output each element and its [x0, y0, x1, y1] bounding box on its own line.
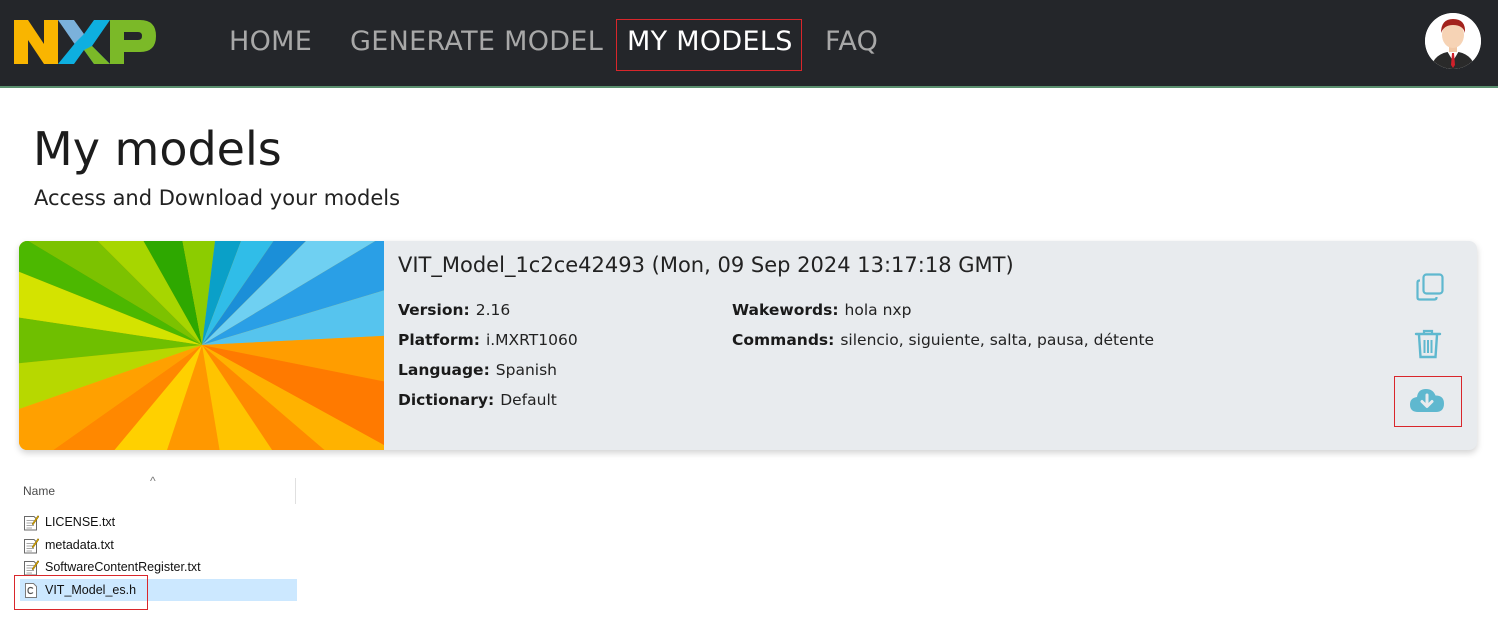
field-wakewords-value: hola nxp	[844, 301, 912, 319]
nav-faq[interactable]: FAQ	[825, 26, 878, 57]
field-commands-value: silencio, siguiente, salta, pausa, déten…	[840, 331, 1155, 349]
copy-button[interactable]	[1415, 272, 1445, 306]
delete-button[interactable]	[1414, 329, 1442, 363]
file-name: LICENSE.txt	[45, 515, 116, 529]
field-language: Language: Spanish	[398, 361, 557, 379]
field-platform: Platform: i.MXRT1060	[398, 331, 578, 349]
text-file-icon	[24, 514, 39, 530]
page-subtitle: Access and Download your models	[34, 186, 401, 210]
field-language-label: Language:	[398, 361, 490, 379]
copy-icon	[1416, 273, 1444, 301]
field-commands-label: Commands:	[732, 331, 835, 349]
sort-ascending-icon: ^	[150, 474, 156, 488]
field-dictionary-value: Default	[500, 391, 557, 409]
field-platform-label: Platform:	[398, 331, 480, 349]
file-name: SoftwareContentRegister.txt	[45, 560, 201, 574]
model-card: VIT_Model_1c2ce42493 (Mon, 09 Sep 2024 1…	[19, 241, 1477, 450]
field-version-label: Version:	[398, 301, 470, 319]
file-name: metadata.txt	[45, 538, 114, 552]
field-commands: Commands: silencio, siguiente, salta, pau…	[732, 331, 1154, 349]
nxp-logo[interactable]	[12, 16, 158, 66]
nav-generate-model[interactable]: GENERATE MODEL	[350, 26, 603, 57]
column-divider[interactable]	[295, 478, 296, 504]
field-language-value: Spanish	[495, 361, 557, 379]
field-platform-value: i.MXRT1060	[485, 331, 578, 349]
model-title: VIT_Model_1c2ce42493 (Mon, 09 Sep 2024 1…	[398, 253, 1014, 277]
model-thumbnail-image	[19, 241, 384, 450]
field-version-value: 2.16	[475, 301, 511, 319]
file-highlight	[14, 575, 148, 610]
trash-icon	[1414, 329, 1442, 359]
file-row[interactable]: LICENSE.txt	[20, 511, 297, 533]
user-avatar[interactable]	[1425, 13, 1481, 69]
download-button-highlight	[1394, 376, 1462, 427]
field-wakewords-label: Wakewords:	[732, 301, 839, 319]
top-navbar: HOME GENERATE MODEL MY MODELS FAQ	[0, 0, 1498, 88]
file-row[interactable]: metadata.txt	[20, 534, 297, 556]
nav-my-models-highlight	[616, 19, 802, 71]
page-title: My models	[33, 122, 282, 176]
text-file-icon	[24, 559, 39, 575]
field-dictionary: Dictionary: Default	[398, 391, 557, 409]
field-wakewords: Wakewords: hola nxp	[732, 301, 911, 319]
text-file-icon	[24, 537, 39, 553]
field-dictionary-label: Dictionary:	[398, 391, 495, 409]
nav-home[interactable]: HOME	[229, 26, 312, 57]
field-version: Version: 2.16	[398, 301, 510, 319]
column-header-name[interactable]: Name	[23, 484, 55, 498]
